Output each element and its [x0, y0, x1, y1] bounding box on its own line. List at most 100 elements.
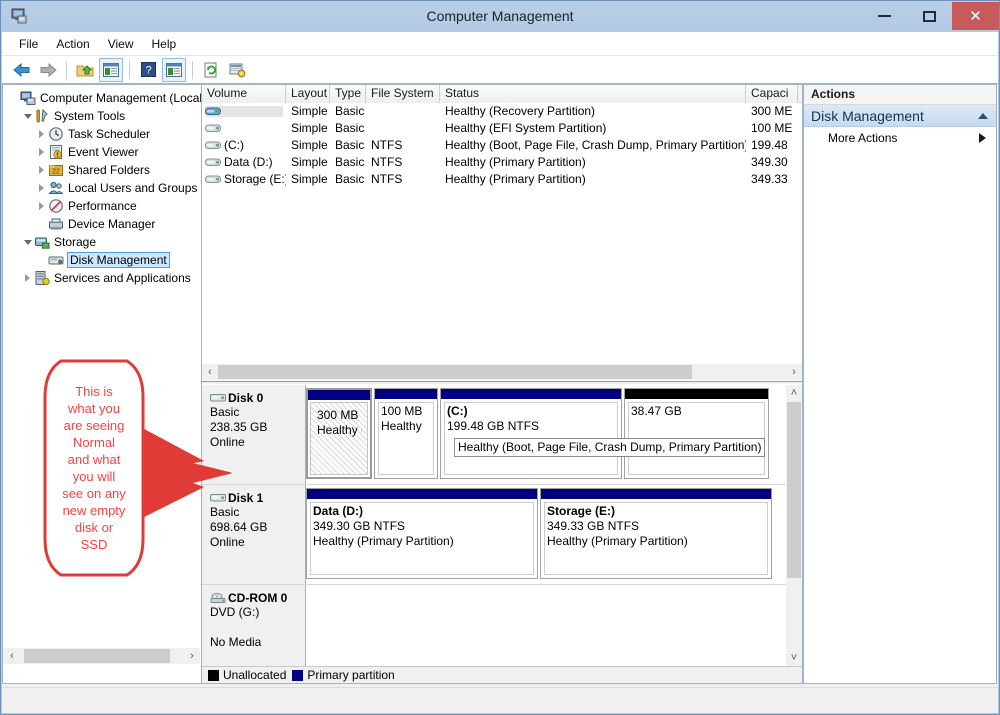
minimize-button[interactable] [862, 2, 907, 30]
volume-column-header-type[interactable]: Type [330, 85, 366, 103]
partition-block[interactable]: 100 MB Healthy [374, 388, 438, 479]
partition-block[interactable]: Data (D:) 349.30 GB NTFS Healthy (Primary … [306, 488, 538, 579]
chevron-right-icon[interactable] [35, 182, 48, 195]
volume-horizontal-scrollbar[interactable]: ‹ › [202, 363, 802, 380]
pane-splitter[interactable] [202, 381, 802, 384]
twisty-glyph [25, 274, 30, 282]
scroll-left-icon[interactable]: ‹ [202, 364, 218, 380]
partition-block[interactable]: 38.47 GB [624, 388, 769, 479]
chevron-down-icon[interactable] [21, 110, 34, 123]
chevron-right-icon[interactable] [35, 164, 48, 177]
column-header-label: Volume [207, 86, 248, 100]
partition-body: Storage (E:) 349.33 GB NTFS Healthy (Prima… [541, 499, 771, 549]
tree-item-services-and-applications[interactable]: Services and Applications [7, 269, 201, 287]
tree-scroll-track[interactable] [20, 648, 184, 664]
more-actions-item[interactable]: More Actions [804, 127, 996, 149]
partition-block[interactable]: (C:)199.48 GB NTFSHealthy (Boot, Page Fi… [440, 388, 622, 479]
volume-cell-type: Basic [335, 121, 365, 135]
up-folder-icon[interactable] [73, 58, 97, 82]
maximize-button[interactable] [907, 2, 952, 30]
toolbar-separator [129, 60, 130, 79]
scroll-left-icon[interactable]: ‹ [4, 648, 20, 664]
disk-type: DVD (G:) [210, 605, 260, 619]
scroll-down-icon[interactable]: ˅ [786, 650, 802, 666]
partition-status: Healthy (Primary Partition) [313, 534, 454, 548]
partition-header-bar [541, 489, 771, 499]
volume-cell-capacity: 349.33 [751, 172, 788, 186]
volume-cell-status: Healthy (EFI System Partition) [445, 121, 607, 135]
back-icon[interactable] [10, 58, 34, 82]
volume-row[interactable]: Storage (E:) Simple Basic NTFS Healthy (Prim… [202, 171, 802, 188]
refresh-icon[interactable] [199, 58, 223, 82]
scroll-right-icon[interactable]: › [184, 648, 200, 664]
volume-row[interactable]: Simple Basic Healthy (EFI System Partition… [202, 120, 802, 137]
partition-header-bar [307, 489, 537, 499]
volume-row[interactable]: Simple Basic Healthy (Recovery Partition) 3… [202, 103, 802, 120]
partition-title: Data (D:) [313, 504, 363, 518]
tree-item-performance[interactable]: Performance [7, 197, 201, 215]
drive-icon [205, 141, 221, 149]
scroll-up-icon[interactable]: ˄ [786, 385, 802, 401]
menu-help[interactable]: Help [143, 35, 186, 53]
tree-item-system-tools[interactable]: System Tools [7, 107, 201, 125]
tree-horizontal-scrollbar[interactable]: ‹ › [4, 648, 200, 664]
volume-row[interactable]: (C:) Simple Basic NTFS Healthy (Boot, Page F… [202, 137, 802, 154]
volume-column-header-capaci[interactable]: Capaci [746, 85, 798, 103]
partition-size: 100 MB [381, 404, 423, 418]
menu-file[interactable]: File [10, 35, 47, 53]
volume-column-header-volume[interactable]: Volume [202, 85, 286, 103]
tree-scroll-thumb[interactable] [24, 649, 170, 663]
partition-legend: Unallocated Primary partition [202, 666, 802, 683]
disk-vertical-scrollbar[interactable]: ˄ ˅ [786, 385, 802, 666]
partition-body: 38.47 GB [625, 399, 768, 419]
chevron-right-icon[interactable] [35, 128, 48, 141]
volume-scroll-track[interactable] [218, 364, 786, 380]
partition-block[interactable]: 300 MBHealthy (Re [306, 388, 372, 479]
disk-scroll-thumb[interactable] [787, 402, 801, 578]
help-icon[interactable]: ? [136, 58, 160, 82]
menu-action[interactable]: Action [47, 35, 98, 53]
volume-column-header-file-system[interactable]: File System [366, 85, 440, 103]
actions-group-label: Disk Management [811, 107, 924, 124]
disk-info-panel[interactable]: Disk 0 Basic 238.35 GB Online [202, 385, 306, 484]
disk-partitions: Data (D:) 349.30 GB NTFS Healthy (Primary … [306, 485, 786, 584]
volume-cell-type: Basic [335, 104, 365, 118]
tree-item-disk-management[interactable]: Disk Management [7, 251, 201, 269]
tree-item-shared-folders[interactable]: 22 Shared Folders [7, 161, 201, 179]
actions-group-disk-management[interactable]: Disk Management [804, 105, 996, 127]
tree-item-storage[interactable]: Storage [7, 233, 201, 251]
partition-status: Healthy (Primary Partition) [547, 534, 688, 548]
tree-item-task-scheduler[interactable]: Task Scheduler [7, 125, 201, 143]
show-hide-action-pane-icon[interactable] [162, 57, 186, 82]
chevron-right-icon[interactable] [35, 146, 48, 159]
chevron-right-icon[interactable] [35, 200, 48, 213]
chevron-up-icon[interactable] [978, 112, 988, 119]
tree-item-computer-management-local[interactable]: Computer Management (Local [7, 89, 201, 107]
chevron-down-icon[interactable] [21, 236, 34, 249]
disk-icon [210, 394, 226, 402]
chevron-right-icon[interactable] [21, 272, 34, 285]
drive-icon [205, 175, 221, 183]
properties-icon[interactable] [225, 58, 249, 82]
close-button[interactable]: ✕ [952, 2, 999, 30]
tree-item-local-users-and-groups[interactable]: Local Users and Groups [7, 179, 201, 197]
volume-scroll-thumb[interactable] [218, 365, 692, 379]
volume-column-header-layout[interactable]: Layout [286, 85, 330, 103]
volume-column-header-status[interactable]: Status [440, 85, 746, 103]
tree-item-device-manager[interactable]: Device Manager [7, 215, 201, 233]
tree-item-label: Local Users and Groups [68, 181, 198, 195]
disk-info-panel[interactable]: Disk 1 Basic 698.64 GB Online [202, 485, 306, 584]
chevron-right-icon [979, 133, 986, 143]
forward-icon[interactable] [36, 58, 60, 82]
scroll-right-icon[interactable]: › [786, 364, 802, 380]
tree-item-label: Device Manager [68, 217, 156, 231]
partition-block[interactable]: Storage (E:) 349.33 GB NTFS Healthy (Prima… [540, 488, 772, 579]
menu-view[interactable]: View [99, 35, 143, 53]
tree-item-event-viewer[interactable]: Event Viewer [7, 143, 201, 161]
disk-size [210, 620, 305, 635]
volume-row[interactable]: Data (D:) Simple Basic NTFS Healthy (Primary… [202, 154, 802, 171]
show-hide-tree-icon[interactable] [99, 57, 123, 82]
svg-text:22: 22 [52, 169, 60, 176]
title-bar: Computer Management ✕ [1, 1, 999, 32]
disk-info-panel[interactable]: CD-ROM 0 DVD (G:) No Media [202, 585, 306, 666]
